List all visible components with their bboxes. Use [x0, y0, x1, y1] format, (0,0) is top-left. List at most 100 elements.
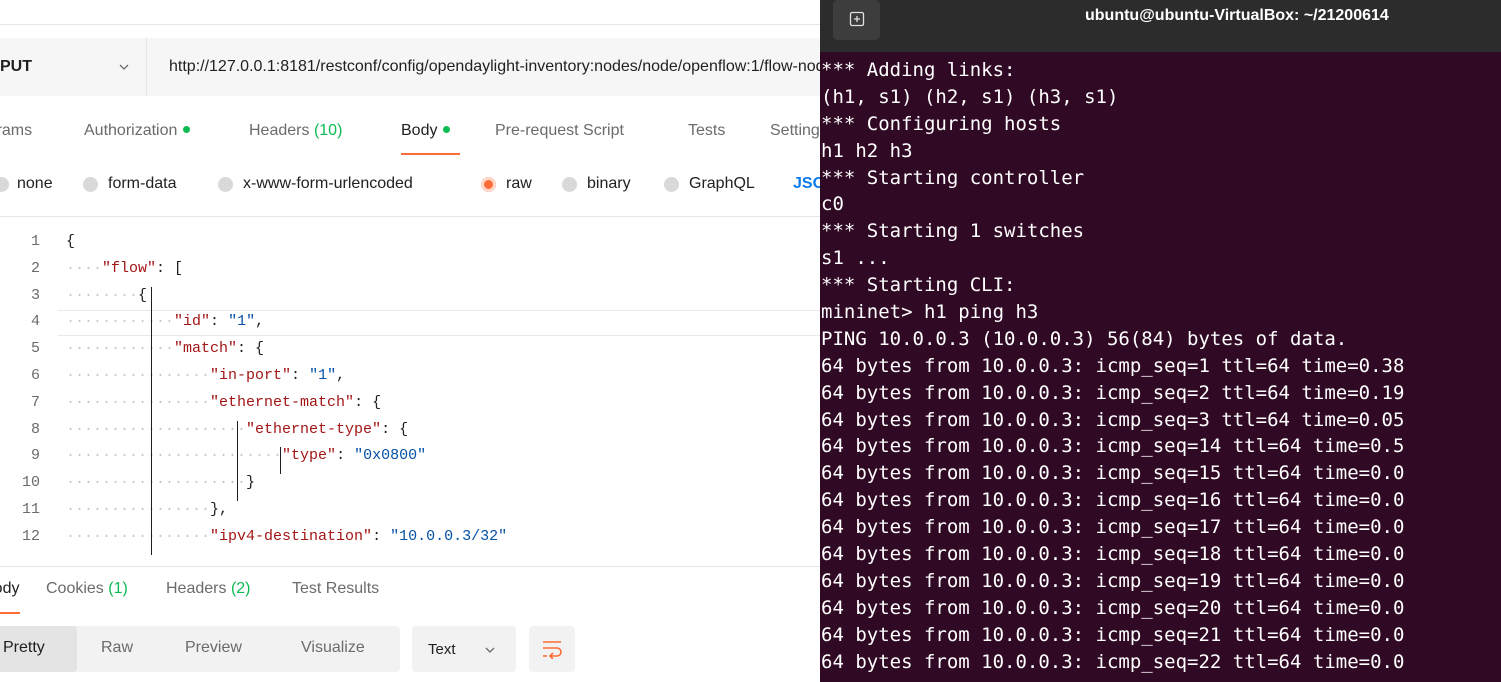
- indent-whitespace: ············: [66, 313, 175, 331]
- terminal-line: h1 h2 h3: [821, 139, 913, 162]
- terminal-line: mininet> h1 ping h3: [821, 301, 1039, 324]
- code-line: ················"ipv4-destination": "10.…: [66, 528, 507, 545]
- tab-response-body[interactable]: Body: [0, 580, 19, 598]
- json-value: "1": [228, 313, 256, 331]
- radio-binary[interactable]: [562, 177, 577, 192]
- line-number: 4: [30, 313, 40, 331]
- json-punctuation: {: [138, 286, 148, 304]
- tab-tests[interactable]: Tests: [688, 122, 725, 140]
- tab-body[interactable]: Body: [401, 122, 451, 140]
- tab-label: Headers: [166, 580, 227, 597]
- tab-count: (1): [108, 580, 128, 597]
- json-punctuation: {: [66, 233, 76, 250]
- indent-guide: [237, 420, 238, 501]
- tab-pre-request-script[interactable]: Pre-request Script: [495, 122, 624, 140]
- wrap-lines-button[interactable]: [529, 626, 575, 672]
- tab-params[interactable]: Params: [0, 122, 32, 140]
- terminal-line: 64 bytes from 10.0.0.3: icmp_seq=22 ttl=…: [821, 650, 1405, 673]
- line-number: 3: [30, 286, 40, 304]
- radio-graphql[interactable]: [664, 177, 679, 192]
- line-number: 5: [30, 340, 40, 358]
- tab-label: Authorization: [84, 122, 178, 139]
- json-punctuation: ,: [336, 367, 346, 384]
- method-select[interactable]: PUT: [0, 38, 147, 96]
- body-type-selector: none form-data x-www-form-urlencoded raw…: [0, 170, 820, 202]
- tab-label: Body: [401, 122, 438, 139]
- terminal-line: *** Adding links:: [821, 59, 1016, 81]
- indent-whitespace: ····: [66, 259, 103, 277]
- terminal-line: 64 bytes from 10.0.0.3: icmp_seq=19 ttl=…: [821, 569, 1405, 592]
- view-pretty-label: Pretty: [3, 639, 45, 656]
- json-key: "ipv4-destination": [210, 527, 373, 545]
- indent-whitespace: ········: [66, 286, 139, 304]
- code-line: ················},: [66, 501, 228, 518]
- terminal-output[interactable]: *** Adding links: (h1, s1) (h2, s1) (h3, …: [821, 57, 1501, 675]
- terminal-line: 64 bytes from 10.0.0.3: icmp_seq=3 ttl=6…: [821, 408, 1405, 431]
- raw-format-select[interactable]: JSON: [793, 175, 820, 193]
- indent-guide: [151, 286, 152, 555]
- chevron-down-icon: [485, 647, 495, 653]
- tab-label: Headers: [249, 122, 310, 139]
- terminal-line: 64 bytes from 10.0.0.3: icmp_seq=21 ttl=…: [821, 623, 1405, 646]
- line-number: 6: [30, 367, 40, 384]
- json-key: "flow": [102, 259, 157, 277]
- indent-whitespace: ················: [66, 501, 211, 518]
- tab-headers[interactable]: Headers (10): [249, 122, 342, 140]
- terminal-line: *** Configuring hosts: [821, 112, 1062, 135]
- url-input[interactable]: http://127.0.0.1:8181/restconf/config/op…: [147, 38, 820, 96]
- tab-label: Pre-request Script: [495, 122, 624, 139]
- indent-whitespace: ············: [66, 340, 175, 358]
- indent-whitespace: ····················: [66, 420, 247, 438]
- view-preview-button[interactable]: Preview: [185, 639, 242, 657]
- code-line: {: [66, 233, 75, 250]
- line-number: 2: [30, 259, 40, 277]
- code-line: ············"match": {: [66, 340, 264, 357]
- radio-x-www-form-urlencoded[interactable]: [218, 177, 233, 192]
- status-dot-icon: [183, 126, 191, 134]
- method-label: PUT: [0, 58, 32, 75]
- json-colon: :: [210, 313, 229, 331]
- json-key: "id": [174, 313, 211, 331]
- view-visualize-button[interactable]: Visualize: [301, 639, 365, 657]
- indent-whitespace: ················: [66, 367, 211, 384]
- json-key: "type": [282, 447, 337, 465]
- status-dot-icon: [443, 126, 451, 134]
- json-punctuation: : {: [237, 340, 265, 358]
- line-number: 9: [30, 447, 40, 465]
- json-colon: :: [336, 447, 355, 465]
- divider: [0, 216, 820, 217]
- view-mode-group: Pretty Raw Preview Visualize: [0, 626, 400, 672]
- response-language-select[interactable]: Text: [412, 626, 516, 672]
- code-line: ····"flow": [: [66, 260, 183, 277]
- tab-test-results[interactable]: Test Results: [292, 580, 379, 598]
- code-line: ····················}: [66, 474, 255, 491]
- tab-settings[interactable]: Settings: [770, 122, 820, 140]
- request-body-editor[interactable]: 1{2 ····"flow": [3 ········{4 ············"…: [0, 232, 820, 556]
- radio-raw[interactable]: [481, 177, 496, 192]
- tab-label: Params: [0, 122, 33, 139]
- json-key: "match": [174, 340, 238, 358]
- terminal-line: 64 bytes from 10.0.0.3: icmp_seq=15 ttl=…: [821, 462, 1405, 485]
- postman-window: PUT http://127.0.0.1:8181/restconf/confi…: [0, 0, 820, 682]
- tab-response-headers[interactable]: Headers (2): [166, 580, 251, 598]
- view-raw-button[interactable]: Raw: [101, 639, 133, 657]
- json-punctuation: : {: [381, 420, 409, 438]
- terminal-line: *** Starting CLI:: [821, 274, 1016, 297]
- json-key: "ethernet-match": [210, 393, 355, 411]
- json-punctuation: ,: [255, 313, 265, 331]
- terminal-line: PING 10.0.0.3 (10.0.0.3) 56(84) bytes of…: [821, 327, 1348, 350]
- tab-label: Cookies: [46, 580, 104, 597]
- tab-authorization[interactable]: Authorization: [84, 122, 191, 140]
- new-tab-button[interactable]: [833, 0, 880, 40]
- json-punctuation: },: [210, 501, 229, 518]
- code-line: ························"type": "0x0800": [66, 447, 426, 464]
- json-punctuation: : {: [354, 393, 382, 411]
- radio-label: GraphQL: [689, 175, 755, 192]
- chevron-down-icon: [119, 64, 129, 70]
- radio-label: none: [17, 175, 53, 192]
- radio-form-data[interactable]: [83, 177, 98, 192]
- radio-none[interactable]: [0, 177, 9, 192]
- request-tabs: Params Authorization Headers (10) Body P…: [0, 112, 820, 156]
- active-tab-indicator: [401, 153, 460, 155]
- tab-cookies[interactable]: Cookies (1): [46, 580, 128, 598]
